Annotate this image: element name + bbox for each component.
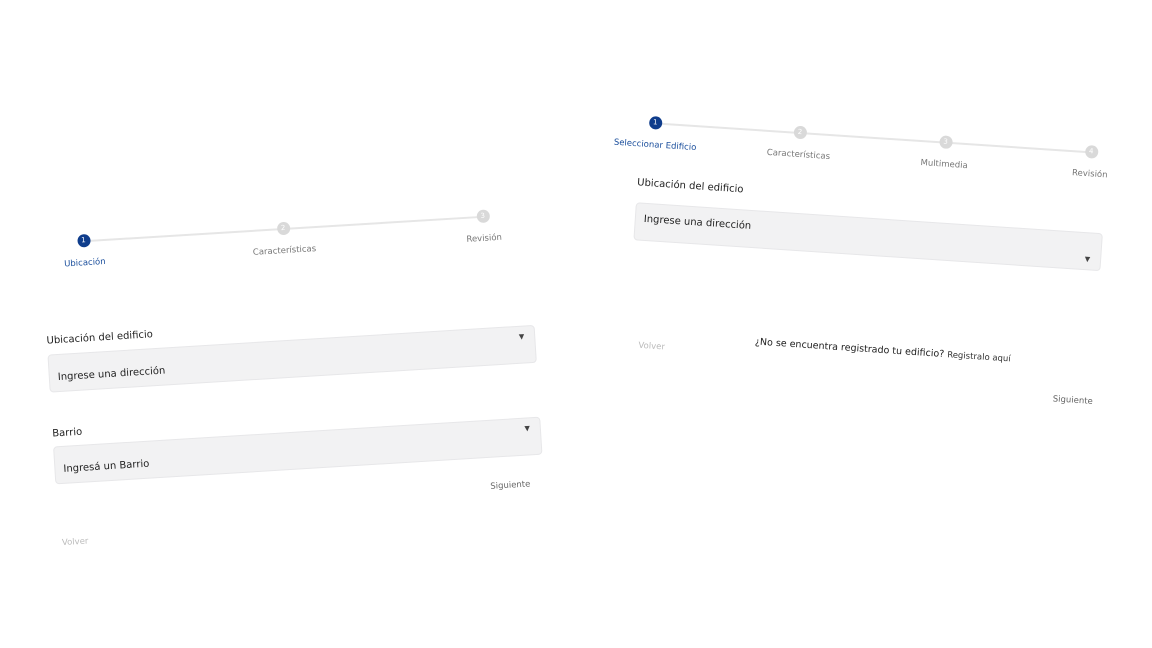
step-label: Revisión [466, 232, 503, 245]
step-label: Ubicación [63, 256, 106, 270]
neighborhood-label: Barrio [51, 426, 83, 440]
step-dot: 1 [76, 233, 91, 248]
step-dot: 2 [276, 221, 291, 236]
location-label: Ubicación del edificio [46, 329, 154, 347]
stepper-track [655, 122, 1092, 154]
next-button[interactable]: Siguiente [490, 479, 531, 491]
next-button[interactable]: Siguiente [1052, 394, 1093, 407]
step-revision[interactable]: 3 Revisión [442, 207, 524, 246]
step-caracteristicas[interactable]: 2 Características [758, 123, 840, 162]
building-location-form-right: 1 Seleccionar Edificio 2 Características… [601, 110, 1109, 432]
location-placeholder: Ingrese una dirección [57, 365, 166, 384]
back-button[interactable]: Volver [638, 341, 665, 353]
step-dot: 3 [475, 209, 490, 224]
location-select[interactable]: Ingrese una dirección ▼ [633, 202, 1103, 272]
back-button[interactable]: Volver [62, 537, 89, 549]
step-label: Seleccionar Edificio [613, 137, 697, 154]
location-label: Ubicación del edificio [636, 177, 744, 196]
chevron-down-icon: ▼ [518, 332, 525, 341]
step-dot: 4 [1084, 144, 1099, 159]
step-label: Características [766, 147, 831, 163]
step-ubicacion[interactable]: 1 Ubicación [43, 232, 125, 271]
neighborhood-placeholder: Ingresá un Barrio [63, 458, 150, 475]
step-dot: 2 [792, 125, 807, 140]
step-label: Revisión [1071, 168, 1108, 181]
neighborhood-select[interactable]: Ingresá un Barrio ▼ [53, 416, 543, 485]
not-registered-text: ¿No se encuentra registrado tu edificio? [754, 336, 945, 361]
step-label: Características [252, 244, 317, 258]
not-registered-helper: ¿No se encuentra registrado tu edificio?… [755, 336, 1011, 364]
stepper: 1 Ubicación 2 Características 3 Revisión [38, 203, 530, 285]
step-dot: 3 [938, 135, 953, 150]
step-multimedia[interactable]: 3 Multimedia [904, 133, 986, 172]
step-revision[interactable]: 4 Revisión [1050, 143, 1132, 182]
register-link[interactable]: Registralo aquí [947, 350, 1011, 364]
step-caracteristicas[interactable]: 2 Características [243, 220, 325, 259]
step-seleccionar-edificio[interactable]: 1 Seleccionar Edificio [613, 114, 697, 154]
step-label: Multimedia [920, 158, 968, 172]
building-location-form-left: 1 Ubicación 2 Características 3 Revisión… [38, 203, 545, 548]
chevron-down-icon: ▼ [524, 424, 531, 433]
location-placeholder: Ingrese una dirección [643, 213, 752, 232]
step-dot: 1 [648, 115, 663, 130]
chevron-down-icon: ▼ [1084, 255, 1091, 264]
